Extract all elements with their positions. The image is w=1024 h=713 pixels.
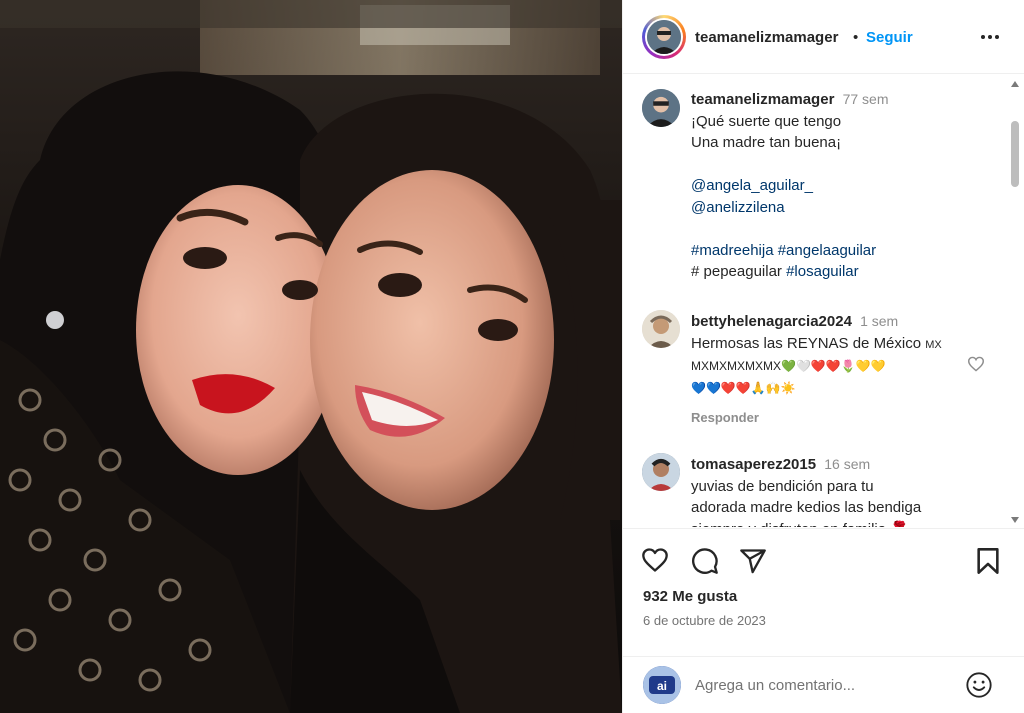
comment-like-heart-icon[interactable]: [967, 356, 985, 372]
avatar-person-icon: [642, 89, 680, 127]
post-actions: 932 Me gusta 6 de octubre de 2023 ai: [623, 528, 1024, 713]
comment-username[interactable]: bettyhelenagarcia2024: [691, 313, 852, 330]
mention-link[interactable]: @anelizzilena: [691, 199, 785, 216]
comment-composer: ai: [623, 656, 1024, 713]
author-avatar[interactable]: [642, 15, 686, 59]
comment-input[interactable]: [695, 671, 955, 699]
reply-button[interactable]: Responder: [691, 410, 759, 425]
author-avatar-image: [647, 20, 681, 54]
comment-text: adorada madre kedios las bendiga: [691, 499, 922, 516]
comment-avatar[interactable]: [642, 453, 680, 491]
author-username[interactable]: teamanelizmamager: [695, 29, 838, 46]
scroll-down-arrow-icon[interactable]: [1011, 517, 1019, 523]
comment-text: siempre y disfruten en familia 🌹: [691, 519, 981, 528]
comment-time[interactable]: 16 sem: [824, 456, 870, 472]
post-photo[interactable]: [0, 0, 622, 713]
comment-text: MXMXMXMXMX💚🤍❤️❤️🌷💛💛: [691, 359, 886, 373]
comment-text: 💙💙❤️❤️🙏🙌☀️: [691, 380, 796, 395]
avatar-image-icon: [642, 310, 680, 348]
scrollbar-thumb[interactable]: [1011, 121, 1019, 187]
paper-plane-icon[interactable]: [739, 547, 767, 580]
hashtag-plain-text: # pepeaguilar: [691, 263, 782, 280]
flag-text: MX: [925, 338, 942, 351]
mention-link[interactable]: @angela_aguilar_: [691, 177, 813, 194]
hashtag-link[interactable]: #madreehija #angelaaguilar: [691, 242, 876, 259]
follow-button[interactable]: Seguir: [866, 29, 913, 46]
comment-avatar[interactable]: [642, 310, 680, 348]
comment-time[interactable]: 1 sem: [860, 313, 898, 329]
likes-count[interactable]: 932 Me gusta: [643, 588, 737, 605]
caption-body: teamanelizmamager 77 sem ¡Qué suerte que…: [691, 89, 981, 283]
svg-text:ai: ai: [657, 679, 667, 693]
avatar-person-icon: [647, 20, 681, 54]
caption-header-line: teamanelizmamager 77 sem: [691, 89, 981, 111]
heart-icon[interactable]: [641, 547, 669, 578]
post-date[interactable]: 6 de octubre de 2023: [643, 613, 766, 628]
caption-time[interactable]: 77 sem: [843, 91, 889, 107]
more-options-icon[interactable]: [979, 28, 1001, 46]
avatar-image-icon: [642, 453, 680, 491]
comments-list[interactable]: teamanelizmamager 77 sem ¡Qué suerte que…: [623, 75, 1024, 527]
user-avatar-icon: ai: [643, 666, 681, 704]
comments-scrollbar[interactable]: [1008, 75, 1022, 527]
header-separator: •: [853, 29, 859, 46]
post-photo-image: [0, 0, 622, 713]
comment-text: Hermosas las REYNAS de México: [691, 334, 922, 352]
bookmark-icon[interactable]: [975, 547, 1001, 580]
comment-text: yuvias de bendición para tu: [691, 477, 874, 495]
current-user-avatar: ai: [643, 666, 681, 704]
smiley-icon[interactable]: [965, 671, 993, 699]
comment-icon[interactable]: [691, 547, 719, 580]
caption-line: Una madre tan buena¡: [691, 134, 842, 151]
comment-username[interactable]: tomasaperez2015: [691, 456, 816, 473]
caption-username[interactable]: teamanelizmamager: [691, 91, 834, 108]
caption-avatar[interactable]: [642, 89, 680, 127]
post-sidebar: teamanelizmamager • Seguir teamanelizmam…: [622, 0, 1024, 713]
post-header: teamanelizmamager • Seguir: [623, 0, 1024, 74]
hashtag-link[interactable]: #losaguilar: [786, 263, 859, 280]
comment-body: tomasaperez2015 16 sem yuvias de bendici…: [691, 454, 981, 527]
comment-body: bettyhelenagarcia2024 1 sem Hermosas las…: [691, 311, 981, 429]
caption-line: ¡Qué suerte que tengo: [691, 112, 842, 130]
scroll-up-arrow-icon[interactable]: [1011, 81, 1019, 87]
